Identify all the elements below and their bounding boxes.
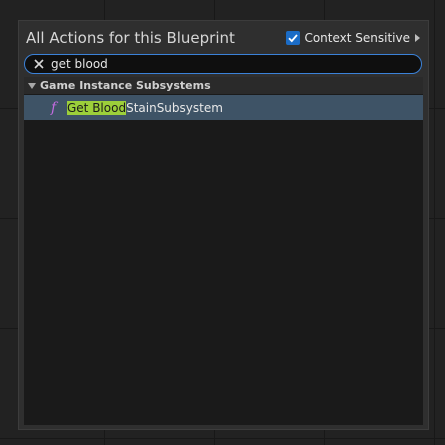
function-icon: f	[51, 99, 57, 116]
search-box[interactable]: get blood	[24, 54, 422, 74]
context-sensitive-toggle[interactable]: Context Sensitive	[286, 31, 420, 45]
search-input[interactable]: get blood	[51, 57, 108, 71]
context-sensitive-label: Context Sensitive	[304, 31, 410, 45]
chevron-right-icon[interactable]	[415, 34, 420, 42]
category-game-instance-subsystems[interactable]: Game Instance Subsystems	[24, 77, 423, 94]
actions-menu: All Actions for this Blueprint Context S…	[18, 20, 429, 430]
expand-arrow-icon[interactable]	[28, 82, 36, 89]
context-sensitive-checkbox[interactable]	[286, 31, 301, 45]
menu-header: All Actions for this Blueprint Context S…	[19, 21, 428, 53]
search-match-highlight: Get Blood	[67, 100, 127, 115]
checkmark-icon	[288, 34, 299, 43]
results-list: Game Instance Subsystems f Get BloodStai…	[24, 77, 423, 425]
list-item-label: Get BloodStainSubsystem	[67, 100, 223, 115]
category-label: Game Instance Subsystems	[40, 79, 211, 92]
clear-search-icon[interactable]	[29, 55, 49, 73]
list-item[interactable]: f Get BloodStainSubsystem	[24, 95, 423, 120]
list-item-label-rest: StainSubsystem	[126, 100, 223, 115]
menu-title: All Actions for this Blueprint	[26, 29, 235, 47]
